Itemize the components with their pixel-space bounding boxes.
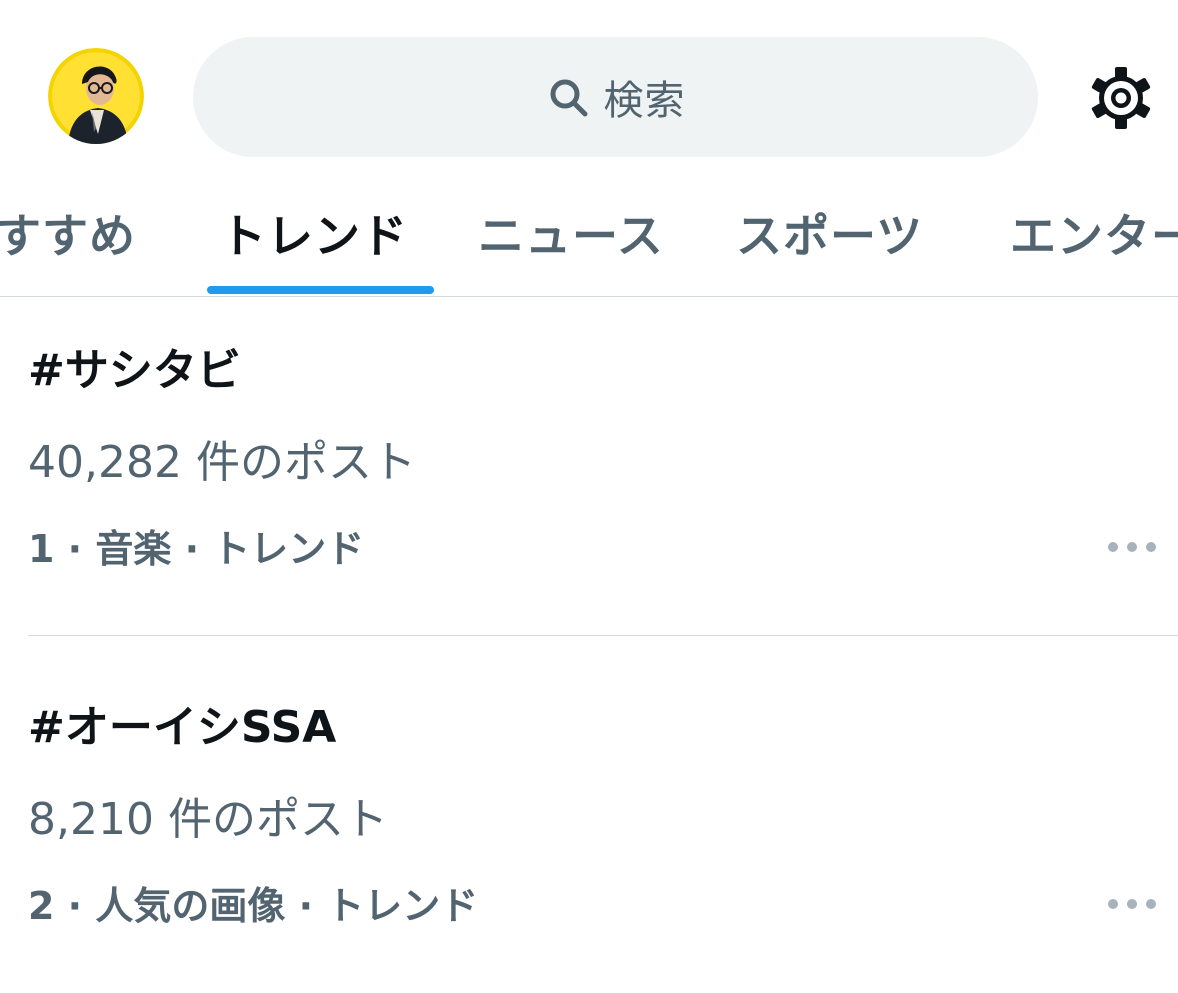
tab-sports[interactable]: スポーツ xyxy=(736,190,923,296)
gear-icon[interactable] xyxy=(1086,66,1156,130)
trend-context: 2 · 人気の画像 · トレンド xyxy=(28,884,479,928)
avatar-image xyxy=(48,48,144,144)
tab-entertainment[interactable]: エンターテイメント xyxy=(1010,190,1178,296)
trend-item[interactable]: #オーイシSSA 8,210 件のポスト 2 · 人気の画像 · トレンド xyxy=(0,653,1178,993)
more-icon[interactable] xyxy=(1108,897,1156,911)
tab-news[interactable]: ニュース xyxy=(478,190,664,296)
trend-post-count: 8,210 件のポスト xyxy=(28,794,388,845)
divider xyxy=(28,635,1178,636)
user-avatar[interactable] xyxy=(48,48,144,144)
trend-post-count: 40,282 件のポスト xyxy=(28,437,416,488)
trend-item[interactable]: #サシタビ 40,282 件のポスト 1 · 音楽 · トレンド xyxy=(0,296,1178,636)
tab-bar: おすすめ トレンド ニュース スポーツ エンターテイメント xyxy=(0,190,1178,297)
tab-trending[interactable]: トレンド xyxy=(220,190,408,296)
trend-hashtag: #オーイシSSA xyxy=(28,702,337,753)
active-tab-indicator xyxy=(207,286,434,294)
search-placeholder: 検索 xyxy=(603,78,686,124)
tab-recommended[interactable]: おすすめ xyxy=(0,190,136,296)
search-icon xyxy=(550,79,587,117)
search-box[interactable]: 検索 xyxy=(193,37,1038,157)
trend-context: 1 · 音楽 · トレンド xyxy=(28,527,365,571)
top-bar: 検索 xyxy=(0,0,1178,190)
trend-hashtag: #サシタビ xyxy=(28,345,241,396)
more-icon[interactable] xyxy=(1108,540,1156,554)
